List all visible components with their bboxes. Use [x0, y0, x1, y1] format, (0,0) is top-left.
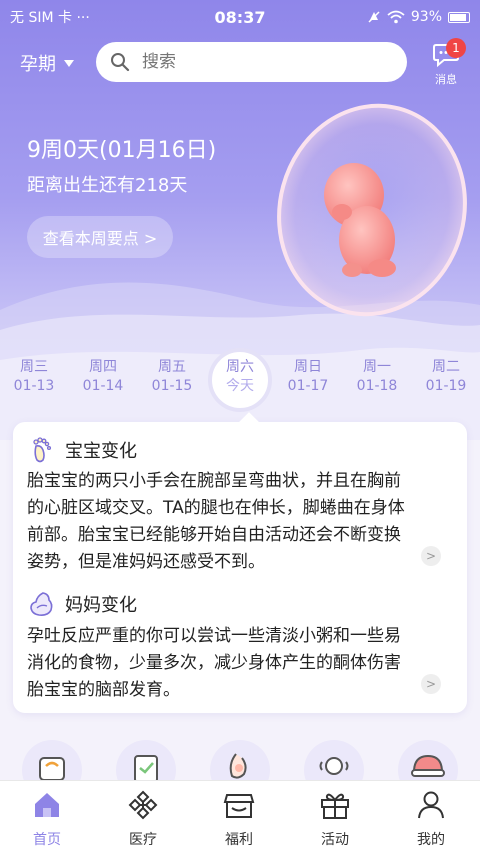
day-weekday: 周四 [89, 359, 117, 375]
day-item-today[interactable]: 周六 今天 [208, 348, 272, 412]
tab-label: 首页 [33, 832, 61, 848]
top-bar: 孕期 消息 1 [0, 38, 480, 87]
tab-events[interactable]: 活动 [300, 789, 370, 849]
day-date: 01-13 [13, 378, 55, 394]
shortcut-row [0, 740, 480, 780]
day-item[interactable]: 周二 01-19 [418, 358, 474, 396]
medical-icon [128, 790, 158, 820]
tab-label: 医疗 [129, 832, 157, 848]
baby-rattle-icon[interactable] [304, 740, 364, 780]
clock: 08:37 [214, 7, 266, 27]
week-highlights-button[interactable]: 查看本周要点 > [27, 216, 173, 258]
messages-label: 消息 [435, 73, 457, 86]
tab-welfare[interactable]: 福利 [204, 789, 274, 849]
baby-more-button[interactable]: > [421, 546, 441, 566]
tab-label: 福利 [225, 832, 253, 848]
checklist-icon[interactable] [116, 740, 176, 780]
due-countdown: 距离出生还有218天 [27, 175, 188, 196]
embryo-illustration[interactable] [272, 100, 472, 330]
mom-changes-header: 妈妈变化 [27, 590, 137, 618]
day-weekday: 周一 [363, 359, 391, 375]
search-input[interactable] [142, 52, 362, 72]
day-date: 01-14 [82, 378, 124, 394]
pregnant-mom-icon [30, 592, 53, 616]
gift-icon [321, 793, 349, 819]
baby-changes-text[interactable]: 胎宝宝的两只小手会在腕部呈弯曲状，并且在胸前 的心脏区域交叉。TA的腿也在伸长，… [27, 468, 447, 576]
day-weekday: 周五 [158, 359, 186, 375]
day-item[interactable]: 周一 01-18 [349, 358, 405, 396]
day-date: 01-18 [356, 378, 398, 394]
day-weekday: 周日 [294, 359, 322, 375]
day-weekday: 周六 [226, 359, 254, 375]
day-date: 01-19 [425, 378, 467, 394]
baby-changes-title: 宝宝变化 [65, 441, 137, 462]
day-weekday: 周二 [432, 359, 460, 375]
text-line: 胎宝宝的两只小手会在腕部呈弯曲状，并且在胸前 [27, 471, 401, 491]
mom-more-button[interactable]: > [421, 674, 441, 694]
day-date: 01-17 [287, 378, 329, 394]
baby-foot-icon [33, 437, 52, 463]
hat-icon[interactable] [398, 740, 458, 780]
messages-button[interactable]: 消息 1 [426, 38, 466, 87]
tab-medical[interactable]: 医疗 [108, 789, 178, 849]
tab-label: 活动 [321, 832, 349, 848]
baby-changes-header: 宝宝变化 [27, 436, 137, 464]
bottom-tab-bar: 首页 医疗 福利 活动 我的 [0, 780, 480, 853]
stage-dropdown[interactable]: 孕期 [20, 50, 74, 76]
status-bar: 无 SIM 卡 ··· 08:37 93% [0, 0, 480, 34]
stage-label: 孕期 [20, 54, 56, 75]
text-line: 前部。胎宝宝已经能够开始自由活动还会不断变换 [27, 525, 401, 545]
text-line: 胎宝宝的脑部发育。 [27, 680, 180, 700]
tab-profile[interactable]: 我的 [396, 789, 466, 849]
search-icon [111, 53, 130, 72]
day-item[interactable]: 周日 01-17 [280, 358, 336, 396]
day-item[interactable]: 周三 01-13 [6, 358, 62, 396]
belly-icon[interactable] [210, 740, 270, 780]
pregnancy-week-title: 9周0天(01月16日) [27, 138, 217, 163]
text-line: 姿势，但是准妈妈还感受不到。 [27, 552, 265, 572]
profile-icon [418, 791, 444, 819]
day-item[interactable]: 周五 01-15 [144, 358, 200, 396]
store-icon [223, 794, 255, 818]
search-bar[interactable] [96, 42, 407, 82]
mom-changes-title: 妈妈变化 [65, 595, 137, 616]
text-line: 孕吐反应严重的你可以尝试一些清淡小粥和一些易 [27, 626, 401, 646]
tab-home[interactable]: 首页 [12, 789, 82, 849]
text-line: 的心脏区域交叉。TA的腿也在伸长，脚蜷曲在身体 [27, 498, 405, 518]
unread-badge: 1 [446, 38, 466, 58]
chevron-down-icon [64, 59, 74, 67]
tab-label: 我的 [417, 832, 445, 848]
day-date: 01-15 [151, 378, 193, 394]
day-date: 今天 [226, 378, 254, 394]
home-icon [35, 793, 59, 817]
day-item[interactable]: 周四 01-14 [75, 358, 131, 396]
text-line: 消化的食物，少量多次，减少身体产生的酮体伤害 [27, 653, 401, 673]
week-day-strip: 周三 01-13 周四 01-14 周五 01-15 周六 今天 周日 01-1… [0, 348, 480, 414]
battery-icon [448, 11, 470, 23]
weekly-changes-card: 宝宝变化 胎宝宝的两只小手会在腕部呈弯曲状，并且在胸前 的心脏区域交叉。TA的腿… [13, 412, 467, 713]
scale-icon[interactable] [22, 740, 82, 780]
day-weekday: 周三 [20, 359, 48, 375]
mom-changes-text[interactable]: 孕吐反应严重的你可以尝试一些清淡小粥和一些易 消化的食物，少量多次，减少身体产生… [27, 623, 447, 704]
